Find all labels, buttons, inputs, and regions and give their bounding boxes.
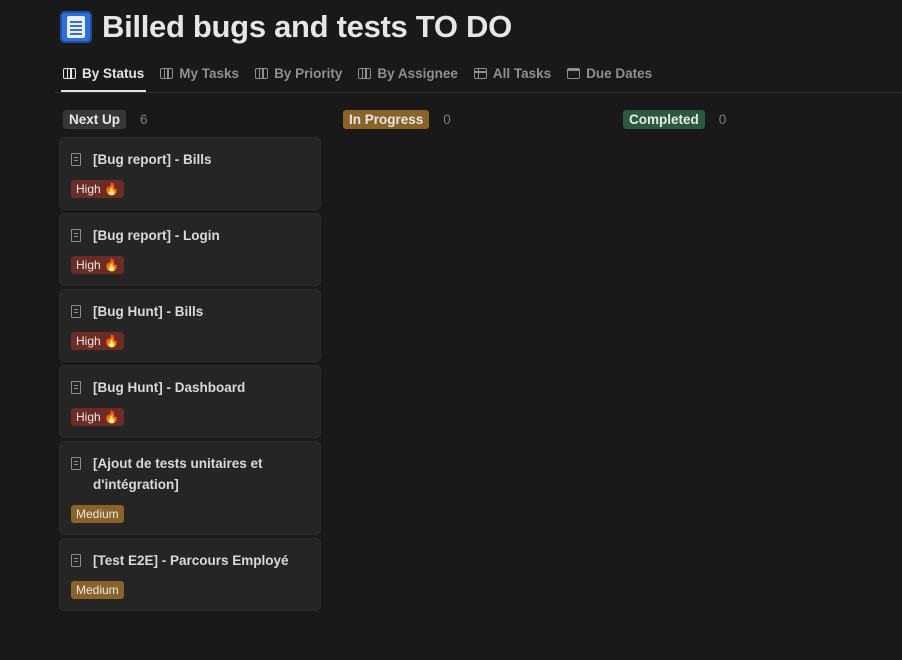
document-icon [71,305,81,318]
receipt-page-icon[interactable] [60,11,92,43]
column-header: Next Up 6 [63,108,322,130]
card-list: [Bug report] - Bills High 🔥 [Bug report]… [60,138,322,610]
task-card[interactable]: [Bug report] - Login High 🔥 [60,214,320,285]
tab-by-assignee[interactable]: By Assignee [350,62,466,84]
priority-tag: High 🔥 [71,180,124,198]
page-title[interactable]: Billed bugs and tests TO DO [102,9,512,45]
priority-tag: High 🔥 [71,256,124,274]
tab-by-priority[interactable]: By Priority [247,62,350,84]
board-view-icon [160,67,174,79]
tab-label: By Status [82,65,145,81]
title-row: Billed bugs and tests TO DO [60,9,512,45]
task-card[interactable]: [Ajout de tests unitaires et d'intégrati… [60,442,320,534]
column-count: 0 [718,111,727,127]
status-pill-in-progress[interactable]: In Progress [343,109,430,129]
tab-label: All Tasks [492,65,552,81]
column-count: 6 [140,111,148,127]
tab-label: By Assignee [377,65,458,81]
document-icon [71,381,81,394]
column-count: 0 [443,111,451,127]
card-title: [Bug Hunt] - Dashboard [93,380,246,395]
column-next-up: Next Up 6 [Bug report] - Bills High 🔥 [B… [60,108,322,615]
task-card[interactable]: [Bug report] - Bills High 🔥 [60,138,320,209]
column-header: Completed 0 [623,108,882,130]
tab-all-tasks[interactable]: All Tasks [466,62,559,84]
tab-label: My Tasks [179,65,240,81]
priority-tag: Medium [71,581,124,599]
document-icon [71,554,81,567]
document-icon [71,457,81,470]
column-completed: Completed 0 [620,108,882,130]
card-title: [Bug Hunt] - Bills [93,304,204,319]
task-card[interactable]: [Bug Hunt] - Bills High 🔥 [60,290,320,361]
column-in-progress: In Progress 0 [340,108,602,130]
priority-tag: High 🔥 [71,408,124,426]
tab-label: Due Dates [586,65,653,81]
board-view-icon [358,67,372,79]
tab-my-tasks[interactable]: My Tasks [152,62,247,84]
card-title: [Ajout de tests unitaires et d'intégrati… [93,456,263,492]
board-page: Billed bugs and tests TO DO By Status My… [0,0,902,660]
priority-tag: High 🔥 [71,332,124,350]
tab-label: By Priority [274,65,343,81]
status-pill-next-up[interactable]: Next Up [63,109,127,129]
status-pill-completed[interactable]: Completed [623,109,705,129]
board-view-icon [255,67,269,79]
view-tabs: By Status My Tasks By Priority By Assign… [55,62,902,93]
table-view-icon [473,67,487,79]
calendar-view-icon [567,67,581,79]
column-header: In Progress 0 [343,108,602,130]
priority-tag: Medium [71,505,124,523]
document-icon [71,153,81,166]
board-view-icon [63,67,76,79]
tab-due-dates[interactable]: Due Dates [559,62,660,84]
card-title: [Bug report] - Bills [93,152,212,167]
card-title: [Bug report] - Login [93,228,220,243]
task-card[interactable]: [Test E2E] - Parcours Employé Medium [60,539,320,610]
tab-by-status[interactable]: By Status [55,62,152,92]
task-card[interactable]: [Bug Hunt] - Dashboard High 🔥 [60,366,320,437]
document-icon [71,229,81,242]
card-title: [Test E2E] - Parcours Employé [93,553,289,568]
